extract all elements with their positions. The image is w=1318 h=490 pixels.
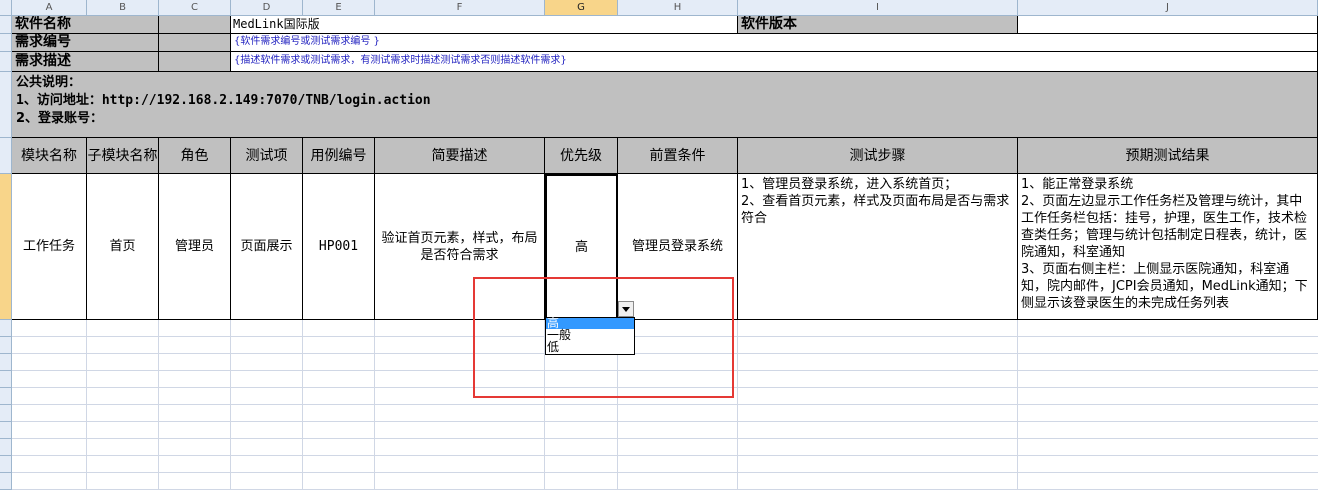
gridline xyxy=(12,438,1318,439)
column-header-e[interactable]: E xyxy=(303,0,375,16)
row-header[interactable] xyxy=(0,72,12,138)
row-header[interactable] xyxy=(0,337,12,354)
column-header-c[interactable]: C xyxy=(159,0,231,16)
cell-expected-result[interactable]: 1、能正常登录系统 2、页面左边显示工作任务栏及管理与统计，其中工作任务栏包括：… xyxy=(1018,174,1318,320)
gridline xyxy=(12,336,1318,337)
row-header[interactable] xyxy=(0,422,12,439)
expected-line: 3、页面右侧主栏：上侧显示医院通知，科室通知，院内邮件，JCPI会员通知，Med… xyxy=(1021,262,1308,311)
header-submodule-name[interactable]: 子模块名称 xyxy=(87,138,159,174)
row-header[interactable] xyxy=(0,320,12,337)
requirement-desc-label[interactable]: 需求描述 xyxy=(12,52,159,72)
header-expected-result[interactable]: 预期测试结果 xyxy=(1018,138,1318,174)
cell-role[interactable]: 管理员 xyxy=(159,174,231,320)
chevron-down-icon xyxy=(622,306,630,312)
gridline xyxy=(302,320,303,490)
column-header-d[interactable]: D xyxy=(231,0,303,16)
column-header-h[interactable]: H xyxy=(618,0,738,16)
column-header-b[interactable]: B xyxy=(87,0,159,16)
notes-line-3: 2、登录账号： xyxy=(16,111,104,126)
cell-case-id[interactable]: HP001 xyxy=(303,174,375,320)
row-header[interactable] xyxy=(0,473,12,490)
header-summary[interactable]: 简要描述 xyxy=(375,138,545,174)
requirement-id-value[interactable]: {软件需求编号或测试需求编号 } xyxy=(231,34,1318,52)
dropdown-arrow-button[interactable] xyxy=(618,301,634,317)
gridline xyxy=(12,353,1318,354)
gridline xyxy=(12,472,1318,473)
cell-test-item[interactable]: 页面展示 xyxy=(231,174,303,320)
priority-dropdown-list[interactable]: 高 一般 低 xyxy=(545,317,635,355)
gridline xyxy=(12,370,1318,371)
row-header[interactable] xyxy=(0,34,12,52)
notes-line-1: 公共说明： xyxy=(16,75,82,90)
gridline xyxy=(12,404,1318,405)
row-header[interactable] xyxy=(0,16,12,34)
software-name-value[interactable]: MedLink国际版 xyxy=(231,16,738,34)
cell-priority[interactable]: 高 xyxy=(545,174,618,320)
software-version-value[interactable] xyxy=(1018,16,1318,34)
column-header-j[interactable]: J xyxy=(1018,0,1318,16)
cell-blank[interactable] xyxy=(159,52,231,72)
requirement-id-label[interactable]: 需求编号 xyxy=(12,34,159,52)
header-case-id[interactable]: 用例编号 xyxy=(303,138,375,174)
header-test-steps[interactable]: 测试步骤 xyxy=(738,138,1018,174)
cell-test-steps[interactable]: 1、管理员登录系统，进入系统首页； 2、查看首页元素，样式及页面布局是否与需求符… xyxy=(738,174,1018,320)
expected-line: 1、能正常登录系统 xyxy=(1021,177,1134,192)
row-header[interactable] xyxy=(0,52,12,72)
notes-line-2: 1、访问地址：http://192.168.2.149:7070/TNB/log… xyxy=(16,93,431,108)
software-name-label[interactable]: 软件名称 xyxy=(12,16,159,34)
row-header[interactable] xyxy=(0,439,12,456)
gridline xyxy=(1017,320,1018,490)
header-module-name[interactable]: 模块名称 xyxy=(12,138,87,174)
gridline xyxy=(374,320,375,490)
step-line: 2、查看首页元素，样式及页面布局是否与需求符合 xyxy=(741,194,1010,226)
column-header-i[interactable]: I xyxy=(738,0,1018,16)
row-header[interactable] xyxy=(0,371,12,388)
gridline xyxy=(230,320,231,490)
row-header[interactable] xyxy=(0,388,12,405)
cell-blank[interactable] xyxy=(159,16,231,34)
row-header[interactable] xyxy=(0,138,12,174)
dropdown-option-normal[interactable]: 一般 xyxy=(546,329,634,341)
cell-blank[interactable] xyxy=(159,34,231,52)
cell-module[interactable]: 工作任务 xyxy=(12,174,87,320)
gridline xyxy=(12,387,1318,388)
header-test-item[interactable]: 测试项 xyxy=(231,138,303,174)
cell-precondition[interactable]: 管理员登录系统 xyxy=(618,174,738,320)
row-header[interactable] xyxy=(0,354,12,371)
column-header-a[interactable]: A xyxy=(12,0,87,16)
row-header[interactable] xyxy=(0,405,12,422)
gridline xyxy=(12,455,1318,456)
select-all-corner[interactable] xyxy=(0,0,12,16)
column-header-g[interactable]: G xyxy=(545,0,618,16)
column-header-f[interactable]: F xyxy=(375,0,545,16)
software-version-label[interactable]: 软件版本 xyxy=(738,16,1018,34)
requirement-desc-value[interactable]: {描述软件需求或测试需求，有测试需求时描述测试需求否则描述软件需求} xyxy=(231,52,1318,72)
row-header[interactable] xyxy=(0,456,12,473)
cell-submodule[interactable]: 首页 xyxy=(87,174,159,320)
header-role[interactable]: 角色 xyxy=(159,138,231,174)
dropdown-option-low[interactable]: 低 xyxy=(546,341,634,353)
step-line: 1、管理员登录系统，进入系统首页； xyxy=(741,177,958,192)
cell-summary[interactable]: 验证首页元素，样式，布局是否符合需求 xyxy=(375,174,545,320)
gridline xyxy=(158,320,159,490)
gridline xyxy=(86,320,87,490)
public-notes[interactable]: 公共说明： 1、访问地址：http://192.168.2.149:7070/T… xyxy=(12,72,1318,138)
gridline xyxy=(12,421,1318,422)
header-priority[interactable]: 优先级 xyxy=(545,138,618,174)
header-precondition[interactable]: 前置条件 xyxy=(618,138,738,174)
gridline xyxy=(737,320,738,490)
expected-line: 2、页面左边显示工作任务栏及管理与统计，其中工作任务栏包括：挂号，护理，医生工作… xyxy=(1021,194,1308,260)
row-header[interactable] xyxy=(0,174,12,320)
